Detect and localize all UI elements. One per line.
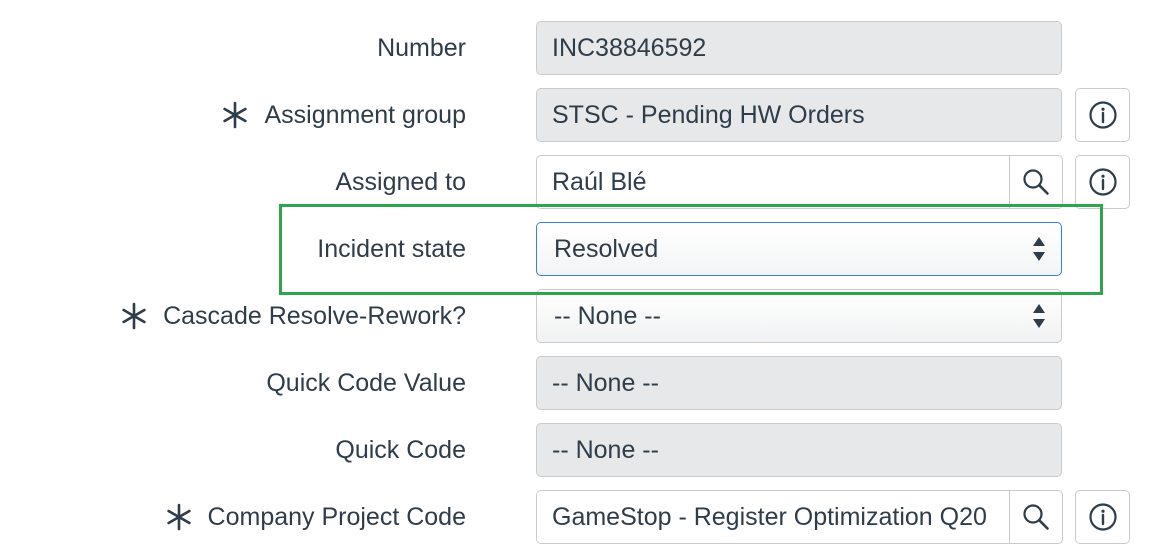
label-wrap: Company Project Code [164, 490, 466, 544]
row-number: Number INC38846592 [0, 21, 1154, 75]
quick-code-value-label: Quick Code Value [266, 368, 466, 397]
company-project-code-input[interactable]: GameStop - Register Optimization Q20 [536, 490, 1010, 544]
assigned-to-lookup-button[interactable] [1009, 155, 1063, 209]
info-circle-icon [1088, 503, 1117, 531]
assignment-group-value: STSC - Pending HW Orders [552, 100, 865, 129]
number-label: Number [377, 33, 466, 62]
row-assignment-group: Assignment group STSC - Pending HW Order… [0, 88, 1154, 142]
cascade-resolve-rework-label: Cascade Resolve-Rework? [163, 301, 466, 330]
company-project-code-info-button[interactable] [1075, 490, 1130, 544]
label-wrap: Cascade Resolve-Rework? [119, 289, 466, 343]
label-wrap: Assigned to [335, 155, 466, 209]
incident-state-value: Resolved [554, 234, 659, 263]
updown-arrows-icon [1031, 235, 1047, 263]
required-asterisk-icon [119, 301, 149, 331]
label-wrap: Quick Code [335, 423, 466, 477]
info-circle-icon [1088, 101, 1117, 129]
label-wrap: Quick Code Value [266, 356, 466, 410]
number-field[interactable]: INC38846592 [536, 21, 1062, 75]
required-asterisk-icon [220, 100, 250, 130]
row-company-project-code: Company Project Code GameStop - Register… [0, 490, 1154, 544]
magnifier-icon [1023, 504, 1049, 530]
row-incident-state: Incident state Resolved [0, 222, 1154, 276]
quick-code-value: -- None -- [552, 435, 659, 464]
company-project-code-label: Company Project Code [207, 502, 466, 531]
assignment-group-info-button[interactable] [1075, 88, 1130, 142]
row-cascade-resolve-rework: Cascade Resolve-Rework? -- None -- [0, 289, 1154, 343]
required-asterisk-icon [164, 502, 194, 532]
assigned-to-info-button[interactable] [1075, 155, 1130, 209]
cascade-resolve-rework-select[interactable]: -- None -- [536, 289, 1062, 343]
incident-state-label: Incident state [317, 234, 466, 263]
row-quick-code-value: Quick Code Value -- None -- [0, 356, 1154, 410]
info-circle-icon [1088, 168, 1117, 196]
row-assigned-to: Assigned to Raúl Blé [0, 155, 1154, 209]
assigned-to-label: Assigned to [335, 167, 466, 196]
row-quick-code: Quick Code -- None -- [0, 423, 1154, 477]
label-wrap: Assignment group [220, 88, 466, 142]
assigned-to-input[interactable]: Raúl Blé [536, 155, 1010, 209]
quick-code-value-value: -- None -- [552, 368, 659, 397]
quick-code-value-field[interactable]: -- None -- [536, 356, 1062, 410]
assignment-group-field[interactable]: STSC - Pending HW Orders [536, 88, 1062, 142]
label-wrap: Number [377, 21, 466, 75]
company-project-code-lookup-button[interactable] [1009, 490, 1063, 544]
quick-code-label: Quick Code [335, 435, 466, 464]
company-project-code-value: GameStop - Register Optimization Q20 [552, 502, 987, 531]
assigned-to-value: Raúl Blé [552, 167, 647, 196]
label-wrap: Incident state [317, 222, 466, 276]
updown-arrows-icon [1031, 302, 1047, 330]
magnifier-icon [1023, 169, 1049, 195]
quick-code-field[interactable]: -- None -- [536, 423, 1062, 477]
incident-state-select[interactable]: Resolved [536, 222, 1062, 276]
assignment-group-label: Assignment group [264, 100, 466, 129]
number-value: INC38846592 [552, 33, 707, 62]
cascade-resolve-rework-value: -- None -- [554, 301, 661, 330]
